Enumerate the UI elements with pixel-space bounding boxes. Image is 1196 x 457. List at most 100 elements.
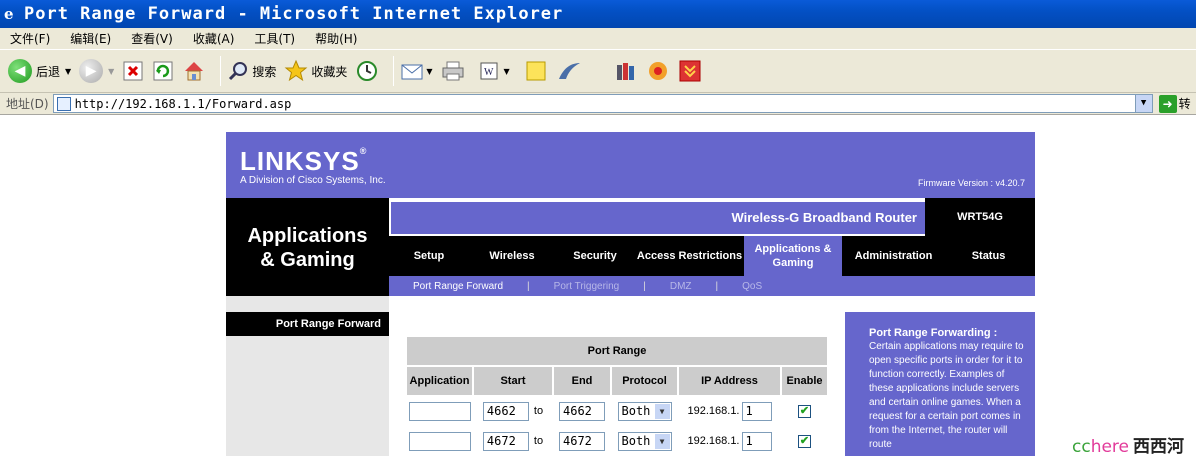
address-dropdown-icon[interactable]: ▼ <box>1134 95 1152 112</box>
browser-viewport: LINKSYS® A Division of Cisco Systems, In… <box>0 116 1196 456</box>
print-button[interactable] <box>441 60 465 82</box>
ip-last-octet-input[interactable]: 1 <box>741 431 772 451</box>
subtab-port-triggering[interactable]: Port Triggering <box>554 281 620 292</box>
ip-prefix: 192.168.1. <box>687 405 740 417</box>
linksys-logo: LINKSYS® <box>240 146 367 177</box>
star-icon <box>284 59 308 82</box>
section-title: Applications & Gaming <box>226 224 389 272</box>
home-button[interactable] <box>182 59 206 83</box>
subtab-qos[interactable]: QoS <box>742 281 762 292</box>
download-button[interactable] <box>678 59 702 83</box>
menu-tools[interactable]: 工具(T) <box>254 30 295 47</box>
start-cell: 4672 to <box>474 427 552 455</box>
col-header-protocol: Protocol <box>612 367 677 395</box>
menu-file[interactable]: 文件(F) <box>10 30 50 47</box>
menu-help[interactable]: 帮助(H) <box>315 30 357 47</box>
watermark: cchere 西西河 <box>1072 432 1184 457</box>
research-button[interactable] <box>614 59 638 83</box>
tab-administration[interactable]: Administration <box>842 236 945 276</box>
product-bar: Wireless-G Broadband Router <box>389 200 925 234</box>
end-port-input[interactable]: 4672 <box>559 431 605 451</box>
refresh-button[interactable] <box>152 60 174 82</box>
printer-icon <box>442 61 464 81</box>
mail-button[interactable]: ▼ <box>400 60 433 82</box>
protocol-select[interactable]: Both ▼ <box>617 401 672 421</box>
forward-dropdown-icon[interactable]: ▼ <box>108 67 114 76</box>
end-cell: 4672 <box>554 427 610 455</box>
favorites-button[interactable]: 收藏夹 <box>284 59 347 83</box>
start-port-input[interactable]: 4662 <box>482 401 529 421</box>
download-icon <box>679 60 701 82</box>
address-input[interactable]: http://192.168.1.1/Forward.asp ▼ <box>52 94 1153 113</box>
ip-cell: 192.168.1. 1 <box>679 427 780 455</box>
ip-cell: 192.168.1. 1 <box>679 397 780 425</box>
address-label: 地址(D) <box>6 97 49 111</box>
messenger-icon <box>558 63 580 79</box>
tab-setup[interactable]: Setup <box>389 236 469 276</box>
tab-security[interactable]: Security <box>555 236 635 276</box>
help-panel: Port Range Forwarding : Certain applicat… <box>845 312 1035 456</box>
back-arrow-icon: ◀ <box>8 59 32 83</box>
tab-wireless[interactable]: Wireless <box>469 236 555 276</box>
subnav-divider: | <box>715 280 719 292</box>
protocol-select[interactable]: Both ▼ <box>617 431 672 451</box>
mail-icon <box>401 64 423 80</box>
watermark-cc: cc <box>1072 437 1091 457</box>
search-label: 搜索 <box>252 64 277 79</box>
end-port-input[interactable]: 4662 <box>559 401 605 421</box>
tab-access-restrictions[interactable]: Access Restrictions <box>635 236 744 276</box>
go-button[interactable]: ➜ 转 <box>1158 94 1191 113</box>
enable-checkbox[interactable]: ✔ <box>798 404 811 418</box>
logo-reg: ® <box>359 146 368 156</box>
start-cell: 4662 to <box>474 397 552 425</box>
history-icon <box>357 61 378 81</box>
discuss-button[interactable] <box>524 59 548 83</box>
messenger-button[interactable] <box>556 59 582 83</box>
tab-applications-gaming[interactable]: Applications & Gaming <box>744 236 842 276</box>
enable-checkbox[interactable]: ✔ <box>798 434 811 448</box>
books-icon <box>616 63 634 80</box>
menu-edit[interactable]: 编辑(E) <box>70 30 111 47</box>
window-titlebar: e Port Range Forward - Microsoft Interne… <box>0 0 1196 28</box>
subtab-dmz[interactable]: DMZ <box>670 281 692 292</box>
main-nav: Setup Wireless Security Access Restricti… <box>389 236 1035 276</box>
svg-text:W: W <box>484 67 494 78</box>
col-header-application: Application <box>407 367 472 395</box>
menu-view[interactable]: 查看(V) <box>131 30 173 47</box>
ie-icon: e <box>4 5 14 23</box>
go-label: 转 <box>1178 97 1191 111</box>
page-icon <box>56 96 71 111</box>
help-body: Certain applications may require to open… <box>869 341 1024 450</box>
chevron-down-icon: ▼ <box>654 403 670 419</box>
sidebar-title: Port Range Forward <box>226 312 389 336</box>
logo-subtitle: A Division of Cisco Systems, Inc. <box>240 175 386 186</box>
back-button[interactable]: ◀ 后退 ▼ <box>8 59 71 83</box>
mail-dropdown-icon[interactable]: ▼ <box>426 67 432 76</box>
section-title-line2: & Gaming <box>260 249 355 271</box>
model-number: WRT54G <box>925 198 1035 236</box>
address-url: http://192.168.1.1/Forward.asp <box>74 96 292 111</box>
history-button[interactable] <box>355 59 379 83</box>
note-icon <box>526 61 546 81</box>
help-title: Port Range Forwarding : <box>869 327 998 339</box>
go-arrow-icon: ➜ <box>1158 94 1177 113</box>
edit-dropdown-icon[interactable]: ▼ <box>504 67 510 76</box>
application-input[interactable] <box>408 431 471 451</box>
application-input[interactable] <box>408 401 471 421</box>
forward-button[interactable]: ▶ ▼ <box>79 59 114 83</box>
subtab-port-range-forward[interactable]: Port Range Forward <box>413 281 503 292</box>
start-port-input[interactable]: 4672 <box>482 431 529 451</box>
media-button[interactable] <box>646 59 670 83</box>
back-dropdown-icon[interactable]: ▼ <box>65 67 71 76</box>
search-icon <box>229 62 248 81</box>
tab-status[interactable]: Status <box>945 236 1032 276</box>
edit-button[interactable]: W ▼ <box>479 61 510 81</box>
stop-button[interactable] <box>122 60 144 82</box>
menu-favorites[interactable]: 收藏(A) <box>193 30 235 47</box>
col-header-end: End <box>554 367 610 395</box>
col-header-start: Start <box>474 367 552 395</box>
stop-icon <box>123 61 143 81</box>
ip-last-octet-input[interactable]: 1 <box>741 401 772 421</box>
toolbar-separator <box>393 56 395 86</box>
search-button[interactable]: 搜索 <box>227 60 276 82</box>
